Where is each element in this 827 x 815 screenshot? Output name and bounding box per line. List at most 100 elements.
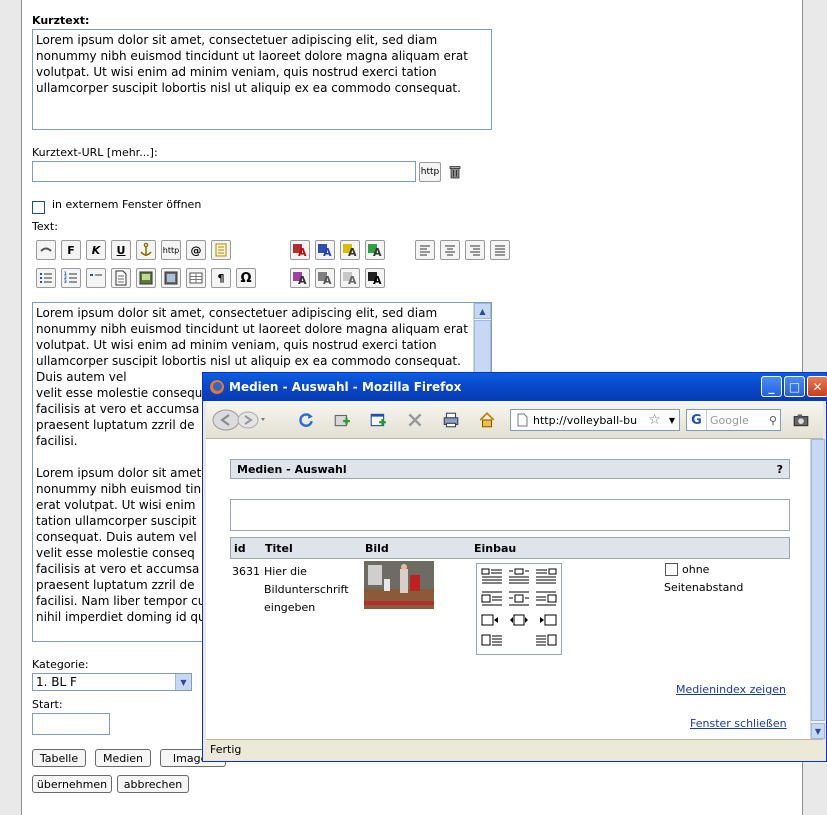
align-justify-button[interactable] — [490, 240, 510, 260]
search-icon[interactable]: ⚲ — [766, 414, 780, 427]
ohne-seitenabstand-checkbox[interactable] — [665, 563, 678, 576]
insert-email-button[interactable]: @ — [186, 240, 206, 260]
layout-bottom-right-icon[interactable] — [535, 632, 557, 648]
search-box[interactable]: G Google ⚲ — [686, 409, 781, 431]
layout-float-left-icon[interactable] — [481, 612, 503, 628]
close-window-button[interactable]: ✕ — [807, 376, 827, 397]
insert-link-button[interactable]: http — [161, 240, 181, 260]
media-filter-box[interactable] — [230, 499, 790, 531]
bg-color-gray-button[interactable]: A — [315, 268, 335, 288]
font-color-blue-button[interactable]: A — [315, 240, 335, 260]
bold-button[interactable]: F — [61, 240, 81, 260]
document-icon — [115, 270, 127, 286]
delete-url-button[interactable] — [445, 162, 465, 182]
numbered-list-button[interactable]: 123 — [61, 268, 81, 288]
column-bild: Bild — [365, 542, 389, 555]
reload-button[interactable] — [295, 409, 317, 431]
lines-icon — [215, 243, 227, 257]
bg-color-black-button[interactable]: A — [365, 268, 385, 288]
media-icon — [164, 271, 178, 285]
font-color-green-button[interactable]: A — [365, 240, 385, 260]
extern-window-label: in externem Fenster öffnen — [52, 198, 202, 211]
new-tab-button[interactable] — [331, 409, 353, 431]
layout-middle-center-icon[interactable] — [508, 590, 530, 606]
address-bar[interactable]: http://volleyball-bu ☆ ▼ — [510, 409, 680, 431]
align-right-icon — [470, 245, 480, 256]
back-forward-buttons[interactable] — [212, 409, 268, 431]
tabelle-button[interactable]: Tabelle — [32, 749, 86, 767]
help-link[interactable]: ? — [777, 463, 783, 476]
bullet-list-button[interactable] — [36, 268, 56, 288]
extern-window-checkbox[interactable] — [32, 201, 45, 214]
align-left-button[interactable] — [415, 240, 435, 260]
start-input[interactable] — [32, 713, 110, 735]
kurztext-textarea[interactable]: Lorem ipsum dolor sit amet, consectetuer… — [32, 29, 492, 130]
layout-top-center-icon[interactable] — [508, 568, 530, 584]
camera-icon — [793, 414, 809, 427]
unlink-button[interactable] — [36, 240, 56, 260]
media-selection-popup-window[interactable]: Medien - Auswahl - Mozilla Firefox _ □ ✕… — [202, 372, 827, 762]
popup-titlebar[interactable]: Medien - Auswahl - Mozilla Firefox _ □ ✕ — [203, 373, 827, 401]
medien-button[interactable]: Medien — [95, 749, 151, 767]
insert-image-button[interactable] — [136, 268, 156, 288]
align-right-button[interactable] — [465, 240, 485, 260]
layout-float-center-icon[interactable] — [508, 612, 530, 628]
popup-scrollbar[interactable]: ▼ — [810, 439, 825, 739]
layout-middle-left-icon[interactable] — [481, 590, 503, 606]
layout-middle-right-icon[interactable] — [535, 590, 557, 606]
new-window-button[interactable] — [367, 409, 389, 431]
abbrechen-button[interactable]: abbrechen — [117, 775, 189, 793]
kategorie-label: Kategorie: — [32, 658, 89, 671]
font-color-red-icon: A — [293, 244, 307, 258]
special-chars-button[interactable]: Ω — [236, 268, 256, 288]
column-titel: Titel — [265, 542, 293, 555]
anchor-button[interactable] — [136, 240, 156, 260]
svg-text:A: A — [373, 274, 382, 286]
layout-top-right-icon[interactable] — [535, 568, 557, 584]
indent-button[interactable] — [86, 268, 106, 288]
italic-button[interactable]: K — [86, 240, 106, 260]
google-icon[interactable]: G — [687, 410, 707, 430]
media-thumbnail-image[interactable] — [364, 561, 434, 609]
align-center-button[interactable] — [440, 240, 460, 260]
popup-scroll-thumb[interactable] — [811, 439, 825, 721]
insert-media-button[interactable] — [161, 268, 181, 288]
bg-color-light-button[interactable]: A — [340, 268, 360, 288]
home-button[interactable] — [476, 409, 498, 431]
font-color-red-button[interactable]: A — [290, 240, 310, 260]
screenshot-button[interactable] — [790, 409, 812, 431]
layout-float-right-icon[interactable] — [535, 612, 557, 628]
fenster-schliessen-link[interactable]: Fenster schließen — [690, 717, 787, 730]
horizontal-rule-button[interactable] — [211, 240, 231, 260]
print-button[interactable] — [440, 409, 462, 431]
layout-bottom-left-icon[interactable] — [481, 632, 503, 648]
kategorie-value: 1. BL F — [36, 675, 77, 689]
minimize-button[interactable]: _ — [761, 376, 782, 397]
kurztext-url-input[interactable] — [32, 161, 416, 182]
bullet-list-icon — [40, 273, 52, 283]
bg-color-black-icon: A — [368, 272, 382, 286]
reload-icon — [299, 413, 313, 427]
maximize-button[interactable]: □ — [784, 376, 805, 397]
scroll-up-icon[interactable]: ▲ — [474, 303, 491, 319]
bg-color-purple-button[interactable]: A — [290, 268, 310, 288]
font-color-yellow-button[interactable]: A — [340, 240, 360, 260]
bg-color-light-icon: A — [343, 272, 357, 286]
unlink-icon — [40, 247, 52, 252]
stop-button[interactable] — [404, 409, 426, 431]
paragraph-button[interactable]: ¶ — [211, 268, 231, 288]
kategorie-select[interactable]: 1. BL F ▼ — [32, 673, 192, 691]
bookmark-star-icon[interactable]: ☆ — [644, 412, 665, 428]
url-dropdown-icon[interactable]: ▼ — [665, 416, 679, 425]
scroll-thumb[interactable] — [474, 320, 491, 380]
uebernehmen-button[interactable]: übernehmen — [32, 775, 112, 793]
popup-scroll-down-icon[interactable]: ▼ — [811, 723, 825, 739]
underline-button[interactable]: U — [111, 240, 131, 260]
document-button[interactable] — [111, 268, 131, 288]
at-sign-label: @ — [190, 243, 202, 257]
medienindex-link[interactable]: Medienindex zeigen — [676, 683, 786, 696]
layout-top-left-icon[interactable] — [481, 568, 503, 584]
http-link-button[interactable]: http — [419, 162, 441, 182]
insert-table-button[interactable] — [186, 268, 206, 288]
svg-text:A: A — [323, 246, 332, 258]
